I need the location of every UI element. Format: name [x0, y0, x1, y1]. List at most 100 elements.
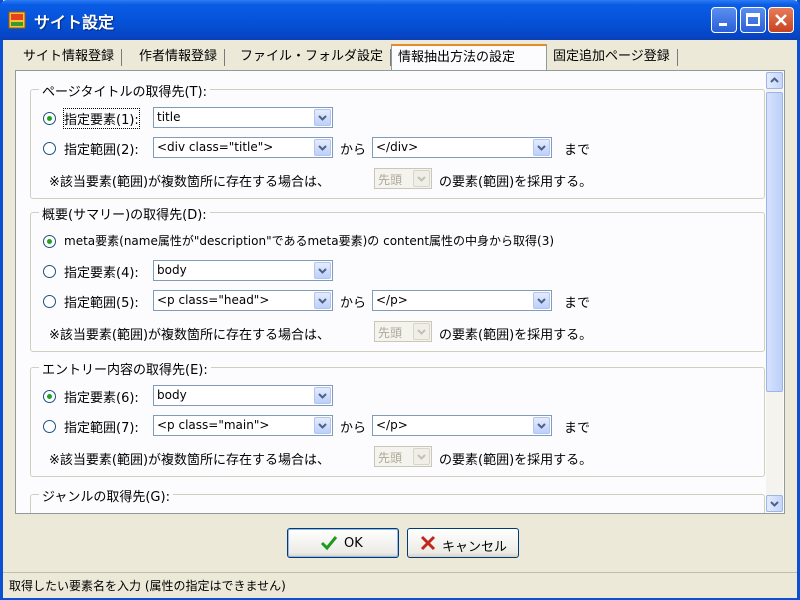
page-title-range-radio[interactable]: [43, 142, 56, 155]
summary-meta-label[interactable]: meta要素(name属性が"description"であるmeta要素)の c…: [64, 232, 554, 249]
combo-dropdown-button[interactable]: [533, 139, 550, 156]
entry-range-start-combo[interactable]: <p class="main">: [153, 415, 333, 436]
entry-range-radio[interactable]: [43, 420, 56, 433]
page-title-element-radio[interactable]: [43, 112, 56, 125]
chevron-down-icon: [417, 176, 426, 182]
checkmark-icon: [320, 536, 338, 551]
summary-range-end-combo[interactable]: </p>: [372, 290, 552, 311]
minimize-button[interactable]: [711, 7, 737, 33]
summary-range-radio[interactable]: [43, 295, 56, 308]
chevron-down-icon: [537, 423, 546, 429]
note-suffix: の要素(範囲)を採用する。: [439, 328, 593, 343]
page-title-range-end-combo[interactable]: </div>: [372, 137, 552, 158]
combo-dropdown-button: [413, 323, 430, 340]
vertical-scrollbar[interactable]: [766, 72, 783, 512]
cancel-button[interactable]: キャンセル: [407, 528, 519, 558]
from-label: から: [340, 143, 367, 158]
combo-dropdown-button[interactable]: [314, 139, 331, 156]
page-title-range-label[interactable]: 指定範囲(2):: [64, 139, 139, 158]
summary-element-combo[interactable]: body: [153, 260, 333, 281]
summary-group: 概要(サマリー)の取得先(D): meta要素(name属性が"descript…: [30, 204, 765, 352]
combo-dropdown-button: [413, 170, 430, 187]
entry-element-radio[interactable]: [43, 390, 56, 403]
scroll-down-button[interactable]: [766, 495, 783, 512]
combo-dropdown-button[interactable]: [533, 292, 550, 309]
page-title-legend: ページタイトルの取得先(T):: [39, 81, 210, 100]
window-title: サイト設定: [34, 13, 115, 32]
summary-legend: 概要(サマリー)の取得先(D):: [39, 204, 210, 223]
entry-element-combo[interactable]: body: [153, 385, 333, 406]
chevron-down-icon: [770, 501, 779, 507]
chevron-down-icon: [318, 145, 327, 151]
chevron-down-icon: [417, 329, 426, 335]
combo-value: 先頭: [378, 326, 403, 340]
note-prefix: ※該当要素(範囲)が複数箇所に存在する場合は、: [49, 328, 331, 343]
tab-label: サイト情報登録: [23, 49, 115, 64]
chevron-down-icon: [318, 268, 327, 274]
tab-extraction-method[interactable]: 情報抽出方法の設定: [391, 44, 547, 70]
scroll-thumb[interactable]: [766, 92, 783, 392]
summary-occurrence-combo: 先頭: [374, 321, 432, 342]
combo-dropdown-button: [413, 448, 430, 465]
summary-range-start-combo[interactable]: <p class="head">: [153, 290, 333, 311]
combo-value: title: [157, 110, 181, 124]
combo-dropdown-button[interactable]: [533, 417, 550, 434]
page-title-element-combo[interactable]: title: [153, 107, 333, 128]
summary-element-radio[interactable]: [43, 265, 56, 278]
entry-range-label[interactable]: 指定範囲(7):: [64, 417, 139, 436]
maximize-button[interactable]: [740, 7, 766, 33]
chevron-down-icon: [318, 393, 327, 399]
genre-group: ジャンルの取得先(G):: [30, 486, 765, 513]
summary-range-label[interactable]: 指定範囲(5):: [64, 292, 139, 311]
chevron-down-icon: [318, 423, 327, 429]
entry-legend: エントリー内容の取得先(E):: [39, 359, 211, 378]
tab-author-info[interactable]: 作者情報登録: [133, 46, 226, 68]
page-title-range-start-combo[interactable]: <div class="title">: [153, 137, 333, 158]
close-icon: [775, 14, 787, 26]
chevron-down-icon: [537, 298, 546, 304]
tab-fixed-pages[interactable]: 固定追加ページ登録: [547, 46, 678, 68]
minimize-icon: [719, 23, 727, 26]
note-suffix: の要素(範囲)を採用する。: [439, 453, 593, 468]
combo-dropdown-button[interactable]: [314, 262, 331, 279]
combo-dropdown-button[interactable]: [314, 109, 331, 126]
until-label: まで: [564, 421, 591, 436]
from-label: から: [340, 421, 367, 436]
combo-value: </div>: [376, 140, 419, 154]
tab-label: 作者情報登録: [139, 49, 218, 64]
page-title-element-label[interactable]: 指定要素(1):: [63, 108, 140, 129]
summary-element-label[interactable]: 指定要素(4):: [64, 262, 139, 281]
combo-value: </p>: [376, 418, 408, 432]
combo-value: body: [157, 263, 187, 277]
combo-value: </p>: [376, 293, 408, 307]
scroll-up-button[interactable]: [766, 72, 783, 89]
tab-label: 固定追加ページ登録: [553, 49, 670, 64]
until-label: まで: [564, 143, 591, 158]
chevron-up-icon: [770, 77, 779, 83]
combo-value: <div class="title">: [157, 140, 274, 154]
combo-value: body: [157, 388, 187, 402]
summary-meta-radio[interactable]: [43, 235, 56, 248]
chevron-down-icon: [318, 115, 327, 121]
tab-file-folder[interactable]: ファイル・フォルダ設定: [234, 46, 392, 68]
cancel-label: キャンセル: [442, 540, 508, 555]
note-suffix: の要素(範囲)を採用する。: [439, 175, 593, 190]
combo-dropdown-button[interactable]: [314, 292, 331, 309]
status-text: 取得したい要素名を入力 (属性の指定はできません): [9, 579, 286, 593]
combo-value: 先頭: [378, 451, 403, 465]
combo-dropdown-button[interactable]: [314, 417, 331, 434]
combo-dropdown-button[interactable]: [314, 387, 331, 404]
entry-element-label[interactable]: 指定要素(6):: [64, 387, 139, 406]
dialog-window: サイト設定 サイト情報登録 作者情報登録 ファイル・フォルダ設定 情報抽出方法の…: [0, 0, 800, 600]
ok-button[interactable]: OK: [287, 528, 399, 558]
entry-group: エントリー内容の取得先(E): 指定要素(6): body 指定範囲(7): <…: [30, 359, 765, 477]
tab-site-info[interactable]: サイト情報登録: [17, 46, 123, 68]
app-icon: [8, 11, 26, 29]
title-bar[interactable]: サイト設定: [0, 0, 800, 40]
close-window-button[interactable]: [768, 7, 794, 33]
entry-range-end-combo[interactable]: </p>: [372, 415, 552, 436]
maximize-icon: [746, 13, 760, 26]
combo-value: <p class="main">: [157, 418, 270, 432]
note-prefix: ※該当要素(範囲)が複数箇所に存在する場合は、: [49, 175, 331, 190]
tab-label: 情報抽出方法の設定: [398, 50, 516, 65]
